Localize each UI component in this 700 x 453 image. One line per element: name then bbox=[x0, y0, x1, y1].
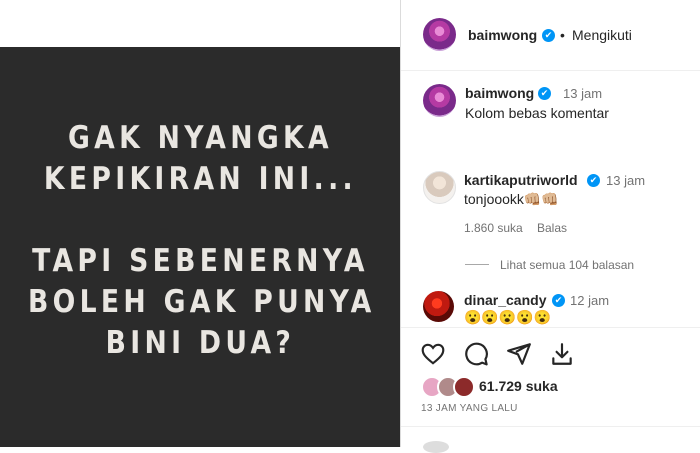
like-count[interactable]: 61.729 suka bbox=[479, 378, 558, 394]
post-line-5: BINI DUA? bbox=[105, 325, 296, 361]
save-download-icon[interactable] bbox=[549, 341, 575, 367]
heart-icon[interactable] bbox=[420, 341, 446, 367]
actions-divider bbox=[401, 327, 700, 328]
post-line-4: BOLEH GAK PUNYA bbox=[28, 284, 376, 320]
post-line-3: TAPI SEBENERNYA bbox=[32, 243, 369, 279]
paper-plane-icon[interactable] bbox=[506, 341, 532, 367]
comment-bubble-icon[interactable] bbox=[463, 341, 489, 367]
comment-like-count[interactable]: 1.860 suka bbox=[464, 221, 523, 235]
comment-text: tonjoookk👊🏼👊🏼 bbox=[464, 191, 559, 207]
header-separator: • bbox=[560, 27, 565, 43]
comment-text: 😮😮😮😮😮 bbox=[464, 309, 552, 325]
comment-avatar[interactable] bbox=[423, 291, 454, 322]
comment-time: 12 jam bbox=[570, 293, 610, 308]
caption-avatar[interactable] bbox=[423, 84, 456, 117]
caption-time: 13 jam bbox=[563, 86, 603, 101]
view-replies-button[interactable]: Lihat semua 104 balasan bbox=[500, 258, 634, 272]
follow-status-button[interactable]: Mengikuti bbox=[572, 27, 632, 43]
post-header: baimwong ✔ • Mengikuti bbox=[401, 0, 700, 71]
header-username[interactable]: baimwong bbox=[468, 27, 537, 43]
replies-line bbox=[465, 264, 489, 265]
comment-username[interactable]: kartikaputriworld bbox=[464, 172, 578, 188]
caption-username[interactable]: baimwong bbox=[465, 85, 534, 101]
comments-panel: baimwong ✔ • Mengikuti baimwong ✔ 13 jam… bbox=[401, 0, 700, 453]
verified-badge-icon: ✔ bbox=[538, 87, 551, 100]
post-image-text: GAK NYANGKA KEPIKIRAN INI... TAPI SEBENE… bbox=[28, 118, 373, 364]
liker-avatar[interactable] bbox=[453, 376, 475, 398]
reply-button[interactable]: Balas bbox=[537, 221, 567, 235]
post-line-2: KEPIKIRAN INI... bbox=[43, 161, 357, 197]
verified-badge-icon: ✔ bbox=[587, 174, 600, 187]
post-line-1: GAK NYANGKA bbox=[67, 120, 333, 156]
bottom-divider bbox=[401, 426, 700, 427]
avatar[interactable] bbox=[423, 18, 456, 51]
verified-badge-icon: ✔ bbox=[542, 29, 555, 42]
current-user-avatar bbox=[423, 441, 449, 453]
comment-username[interactable]: dinar_candy bbox=[464, 292, 546, 308]
post-timestamp[interactable]: 13 JAM YANG LALU bbox=[421, 403, 518, 414]
left-top-area bbox=[0, 0, 401, 47]
verified-badge-icon: ✔ bbox=[552, 294, 565, 307]
comment-avatar[interactable] bbox=[423, 171, 456, 204]
caption-text: Kolom bebas komentar bbox=[465, 105, 609, 121]
comment-time: 13 jam bbox=[606, 173, 646, 188]
